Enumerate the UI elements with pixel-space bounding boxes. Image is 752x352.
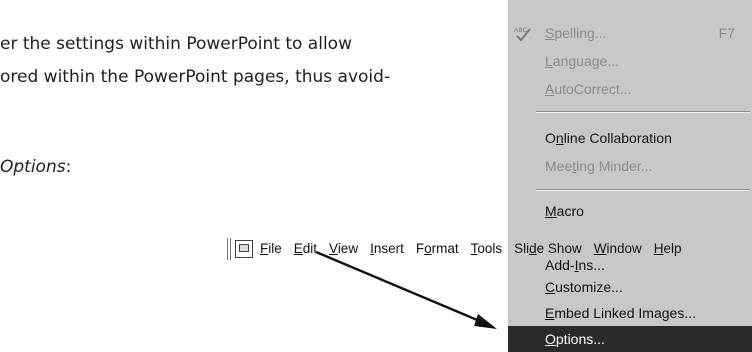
- document-text-line-1: er the settings within PowerPoint to all…: [0, 34, 352, 54]
- menu-bar-items: File Edit View Insert Format Tools Slide Show W…: [260, 239, 694, 259]
- menu-item-autocorrect[interactable]: AutoCorrect...: [508, 76, 752, 102]
- customize-label: Customize...: [545, 279, 623, 295]
- spelling-shortcut: F7: [718, 25, 735, 41]
- menu-item-spelling[interactable]: ABC Spelling... F7: [508, 20, 752, 46]
- options-label: Options...: [545, 331, 605, 347]
- document-text-line-2: ored within the PowerPoint pages, thus a…: [0, 67, 391, 87]
- menu-separator: [536, 111, 750, 113]
- autocorrect-label: AutoCorrect...: [545, 81, 632, 97]
- menu-item-meeting-minder[interactable]: Meeting Minder...: [508, 153, 752, 179]
- document-text-line-3: Options:: [0, 157, 71, 177]
- menu-separator: [536, 189, 750, 191]
- menu-window[interactable]: Window: [594, 239, 642, 259]
- meeting-minder-label: Meeting Minder...: [545, 158, 653, 174]
- spelling-label: Spelling...: [545, 25, 607, 41]
- menu-tools[interactable]: Tools: [471, 239, 503, 259]
- language-label: Language...: [545, 53, 619, 69]
- macro-label: Macro: [545, 203, 584, 219]
- powerpoint-menu-bar: File Edit View Insert Format Tools Slide Show W…: [227, 236, 694, 262]
- options-italic-text: Options: [0, 157, 66, 177]
- menu-help[interactable]: Help: [654, 239, 682, 259]
- menu-item-customize[interactable]: Customize...: [508, 274, 752, 300]
- menu-file[interactable]: File: [260, 239, 282, 259]
- embed-linked-images-label: Embed Linked Images...: [545, 305, 696, 321]
- menu-format[interactable]: Format: [416, 239, 459, 259]
- menu-item-options[interactable]: Options...: [508, 326, 752, 352]
- menu-item-embed-linked-images[interactable]: Embed Linked Images...: [508, 300, 752, 326]
- powerpoint-document-icon[interactable]: [235, 240, 253, 258]
- menu-view[interactable]: View: [329, 239, 358, 259]
- toolbar-grip-handle[interactable]: [227, 238, 231, 260]
- colon-text: :: [65, 157, 72, 177]
- menu-item-language[interactable]: Language...: [508, 48, 752, 74]
- tools-dropdown-menu: ABC Spelling... F7 Language... AutoCorre…: [508, 0, 752, 352]
- menu-edit[interactable]: Edit: [294, 239, 317, 259]
- menu-insert[interactable]: Insert: [370, 239, 404, 259]
- menu-item-online-collaboration[interactable]: Online Collaboration: [508, 125, 752, 151]
- menu-slide-show[interactable]: Slide Show: [514, 239, 582, 259]
- online-collaboration-label: Online Collaboration: [545, 130, 672, 146]
- spelling-abc-check-icon: ABC: [514, 27, 531, 42]
- menu-item-macro[interactable]: Macro: [508, 198, 752, 224]
